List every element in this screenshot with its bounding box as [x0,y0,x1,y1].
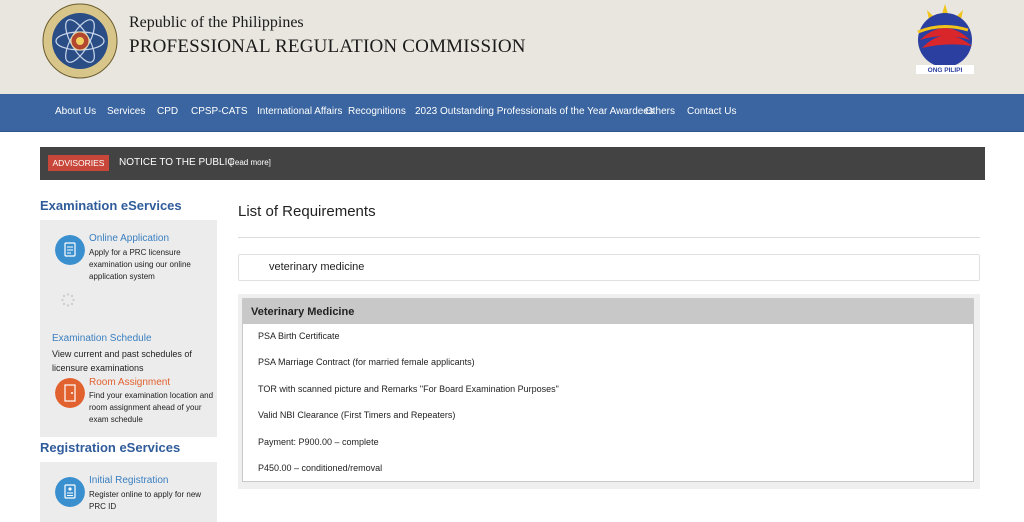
profession-header: Veterinary Medicine [243,299,973,324]
registration-eservices-panel: Initial Registration Register online to … [40,462,217,522]
nav-recognitions[interactable]: Recognitions [348,106,406,117]
nav-others[interactable]: Others [645,106,675,117]
initial-registration-icon[interactable] [55,477,85,507]
requirements-card: Veterinary Medicine PSA Birth Certificat… [242,298,974,482]
nav-about-us[interactable]: About Us [55,106,96,117]
advisory-bar: ADVISORIES NOTICE TO THE PUBLIC [read mo… [40,147,985,180]
registration-eservices-title: Registration eServices [40,440,181,455]
requirement-item: PSA Marriage Contract (for married femal… [258,357,475,367]
loading-spinner-icon [61,293,75,307]
online-application-desc-line: Apply for a PRC licensure [89,248,181,257]
initial-registration-desc: Register online to apply for new PRC ID [89,489,201,513]
online-application-desc-line: application system [89,272,155,281]
examination-schedule-desc: View current and past schedules of licen… [52,347,192,375]
requirement-item: P450.00 – conditioned/removal [258,463,383,473]
nav-cpsp-cats[interactable]: CPSP-CATS [191,106,248,117]
republic-label: Republic of the Philippines [129,14,304,31]
room-assignment-desc: Find your examination location and room … [89,390,213,426]
examination-eservices-title: Examination eServices [40,198,182,213]
requirement-item: Payment: P900.00 – complete [258,437,379,447]
initial-registration-desc-line: Register online to apply for new [89,490,202,499]
initial-registration-link[interactable]: Initial Registration [89,475,168,486]
room-assignment-desc-line: Find your examination location and [89,391,214,400]
initial-registration-desc-line: PRC ID [89,502,117,511]
nav-services[interactable]: Services [107,106,145,117]
requirement-item: TOR with scanned picture and Remarks "Fo… [258,384,559,394]
room-assignment-link[interactable]: Room Assignment [89,377,170,388]
profession-name: Veterinary Medicine [251,306,355,318]
bp-logo-text: ONG PILIPI [928,67,963,74]
examination-schedule-link[interactable]: Examination Schedule [52,333,152,344]
bagong-pilipinas-logo-icon[interactable]: ONG PILIPI [912,2,978,74]
advisories-badge[interactable]: ADVISORIES [48,155,109,171]
nav-cpd[interactable]: CPD [157,106,178,117]
examination-schedule-desc-line: licensure examinations [52,363,144,373]
room-assignment-desc-line: exam schedule [89,415,143,424]
main-nav: About Us Services CPD CPSP-CATS Internat… [0,94,1024,132]
site-header: Republic of the Philippines PROFESSIONAL… [0,0,1024,94]
nav-contact-us[interactable]: Contact Us [687,106,736,117]
requirements-panel: Veterinary Medicine PSA Birth Certificat… [238,294,980,489]
read-more-link[interactable]: [read more] [230,158,271,167]
prc-seal-icon[interactable] [42,3,118,79]
profession-search-input[interactable]: veterinary medicine [238,254,980,281]
room-assignment-icon[interactable] [55,378,85,408]
requirement-item: Valid NBI Clearance (First Timers and Re… [258,410,456,420]
online-application-desc-line: examination using our online [89,260,191,269]
online-application-desc: Apply for a PRC licensure examination us… [89,247,191,283]
profession-search-value: veterinary medicine [269,261,365,273]
advisory-text[interactable]: NOTICE TO THE PUBLIC [119,157,235,168]
requirement-item: PSA Birth Certificate [258,331,340,341]
online-application-link[interactable]: Online Application [89,233,169,244]
examination-schedule-desc-line: View current and past schedules of [52,349,192,359]
nav-outstanding-professionals[interactable]: 2023 Outstanding Professionals of the Ye… [415,106,654,117]
room-assignment-desc-line: room assignment ahead of your [89,403,202,412]
commission-title: PROFESSIONAL REGULATION COMMISSION [129,36,526,57]
page-title: List of Requirements [238,203,376,220]
online-application-icon[interactable] [55,235,85,265]
examination-eservices-panel: Online Application Apply for a PRC licen… [40,220,217,437]
title-divider [238,237,980,238]
nav-international-affairs[interactable]: International Affairs [257,106,342,117]
